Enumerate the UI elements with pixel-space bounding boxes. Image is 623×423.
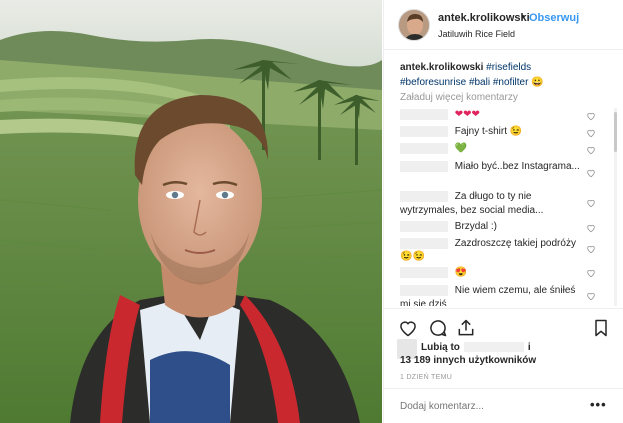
small-heart-icon[interactable] <box>586 111 596 121</box>
hashtag[interactable]: #risefields <box>486 62 531 73</box>
comment-item: Nie wiem czemu, ale śniłeś mi się dziś <box>400 284 580 306</box>
post-side-panel: antek.krolikowski • Obserwuj Jatiluwih R… <box>383 0 623 423</box>
load-more-comments[interactable]: Załaduj więcej komentarzy <box>400 92 518 103</box>
avatar[interactable] <box>398 9 430 41</box>
likes-count[interactable]: 13 189 innych użytkowników <box>400 355 536 366</box>
action-bar <box>384 308 623 344</box>
small-heart-icon[interactable] <box>586 291 596 301</box>
comment-item: Miało być..bez Instagrama... <box>400 160 580 174</box>
blurred-username <box>400 190 448 202</box>
blurred-username <box>400 237 448 249</box>
more-options-button[interactable]: ••• <box>590 397 607 412</box>
share-arrow-icon[interactable] <box>456 318 476 338</box>
comments-scrollbar-thumb[interactable] <box>614 112 617 152</box>
bookmark-icon[interactable] <box>591 318 611 338</box>
follow-button[interactable]: Obserwuj <box>529 12 579 24</box>
comment-item: 💚 <box>400 142 580 156</box>
blurred-liker <box>463 342 524 353</box>
comment-text: ❤❤❤ <box>454 109 480 120</box>
hashtag[interactable]: #bali <box>469 77 490 88</box>
header-dot: • <box>521 11 525 23</box>
comment-item: Fajny t-shirt 😉 <box>400 125 580 139</box>
comment-text: Zazdroszczę takiej podróży <box>454 238 576 249</box>
likes-prefix: Lubią to <box>421 342 460 353</box>
comment-text: Brzydal :) <box>454 221 498 232</box>
blurred-username <box>400 220 448 232</box>
post-date[interactable]: 1 dzień temu <box>400 374 452 381</box>
hashtag[interactable]: #beforesunrise <box>400 77 466 88</box>
heart-outline-icon[interactable] <box>398 318 418 338</box>
small-heart-icon[interactable] <box>586 268 596 278</box>
post-caption: antek.krolikowski #risefields #beforesun… <box>400 60 615 90</box>
comment-text: 😉😉 <box>400 251 425 262</box>
likes-summary[interactable]: Lubią to i <box>421 342 531 353</box>
location-link[interactable]: Jatiluwih Rice Field <box>438 29 515 39</box>
add-comment-bar: ••• <box>384 388 623 423</box>
likes-suffix: i <box>527 342 531 353</box>
comments-list: ❤❤❤ Fajny t-shirt 😉 💚 Miało być..bez Ins… <box>384 108 623 306</box>
comment-item: 😍 <box>400 266 580 280</box>
hashtag[interactable]: #nofilter <box>493 77 529 88</box>
comment-text: Fajny t-shirt 😉 <box>454 126 523 137</box>
post-header: antek.krolikowski • Obserwuj Jatiluwih R… <box>384 0 623 50</box>
comment-text: Miało być..bez Instagrama... <box>454 161 580 172</box>
comment-text: 💚 <box>454 143 468 154</box>
comment-item: Za długo to ty nie wytrzymales, bez soci… <box>400 190 580 218</box>
blurred-username <box>400 125 448 137</box>
blurred-username <box>400 142 448 154</box>
blurred-username <box>400 160 448 172</box>
avatar-image <box>399 10 429 40</box>
add-comment-input[interactable] <box>400 401 570 412</box>
small-heart-icon[interactable] <box>586 223 596 233</box>
comment-item: Zazdroszczę takiej podróży <box>400 237 580 251</box>
caption-username[interactable]: antek.krolikowski <box>400 62 483 73</box>
blurred-username <box>400 108 448 120</box>
small-heart-icon[interactable] <box>586 168 596 178</box>
post-photo[interactable] <box>0 0 382 423</box>
comment-bubble-icon[interactable] <box>428 318 448 338</box>
comment-text: 😍 <box>454 267 468 278</box>
small-heart-icon[interactable] <box>586 145 596 155</box>
blurred-username <box>400 266 448 278</box>
caption-emoji: 😀 <box>531 77 544 88</box>
small-heart-icon[interactable] <box>586 244 596 254</box>
header-username[interactable]: antek.krolikowski <box>438 12 530 24</box>
small-heart-icon[interactable] <box>586 198 596 208</box>
comment-item: 😉😉 <box>400 250 580 264</box>
comment-item: ❤❤❤ <box>400 108 580 122</box>
blurred-username <box>400 284 448 296</box>
post-photo-image <box>0 0 382 423</box>
small-heart-icon[interactable] <box>586 128 596 138</box>
comment-item: Brzydal :) <box>400 220 580 234</box>
